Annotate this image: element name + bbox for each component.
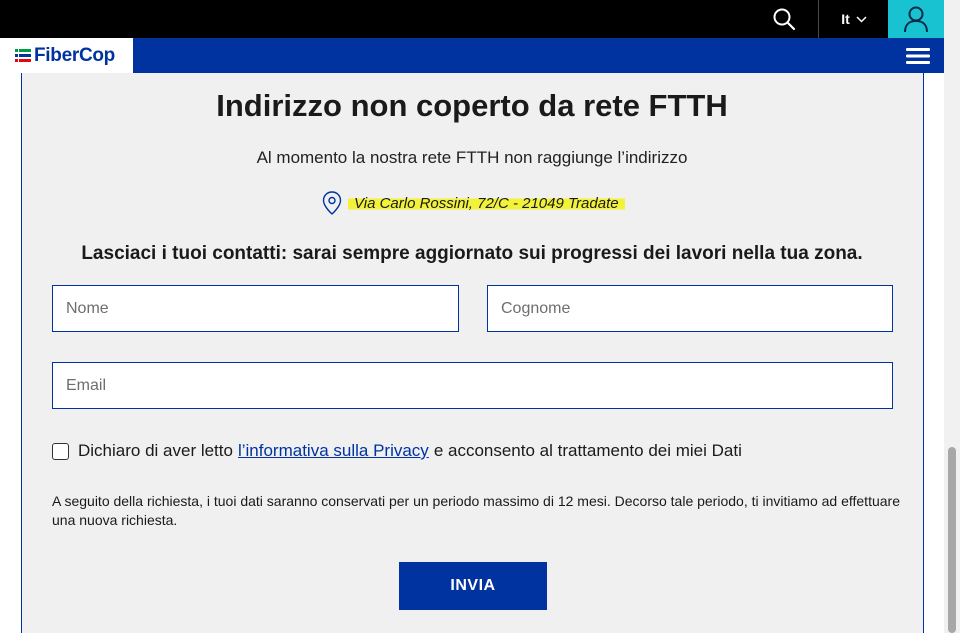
search-button[interactable] [764,0,804,38]
address-row: Via Carlo Rossini, 72/C - 21049 Tradate [322,190,625,216]
address-text: Via Carlo Rossini, 72/C - 21049 Tradate [348,194,625,212]
email-input[interactable] [52,362,893,409]
search-icon [773,8,796,31]
menu-button[interactable] [900,38,936,73]
page-scrollbar[interactable] [944,0,960,633]
scrollbar-thumb[interactable] [948,447,956,633]
first-name-input[interactable] [52,285,459,332]
data-retention-note: A seguito della richiesta, i tuoi dati s… [52,493,900,528]
privacy-policy-link[interactable]: l’informativa sulla Privacy [238,441,429,461]
page-subtitle: Al momento la nostra rete FTTH non raggi… [256,148,688,167]
privacy-consent-checkbox[interactable] [52,442,69,460]
submit-button[interactable]: INVIA [399,562,547,610]
user-icon [904,6,928,33]
logo-text: FiberCop [34,44,115,66]
main-navbar: FiberCop [0,38,944,73]
hamburger-menu-icon [906,47,930,64]
consent-suffix-text: e acconsento al trattamento dei miei Dat… [433,441,742,460]
top-bar: It [0,0,944,38]
user-account-button[interactable] [888,0,944,38]
language-label: It [841,11,850,27]
contact-cta: Lasciaci i tuoi contatti: sarai sempre a… [81,243,863,264]
language-selector[interactable]: It [826,0,882,38]
fibercop-logo-icon [15,48,31,62]
location-pin-icon [322,191,342,215]
chevron-down-icon [856,15,867,23]
consent-prefix-text: Dichiaro di aver letto [78,441,233,460]
topbar-divider [818,0,819,38]
privacy-consent-row: Dichiaro di aver letto l’informativa sul… [52,438,742,464]
page-title: Indirizzo non coperto da rete FTTH [216,88,728,123]
logo-link[interactable]: FiberCop [0,38,133,73]
last-name-input[interactable] [487,285,893,332]
